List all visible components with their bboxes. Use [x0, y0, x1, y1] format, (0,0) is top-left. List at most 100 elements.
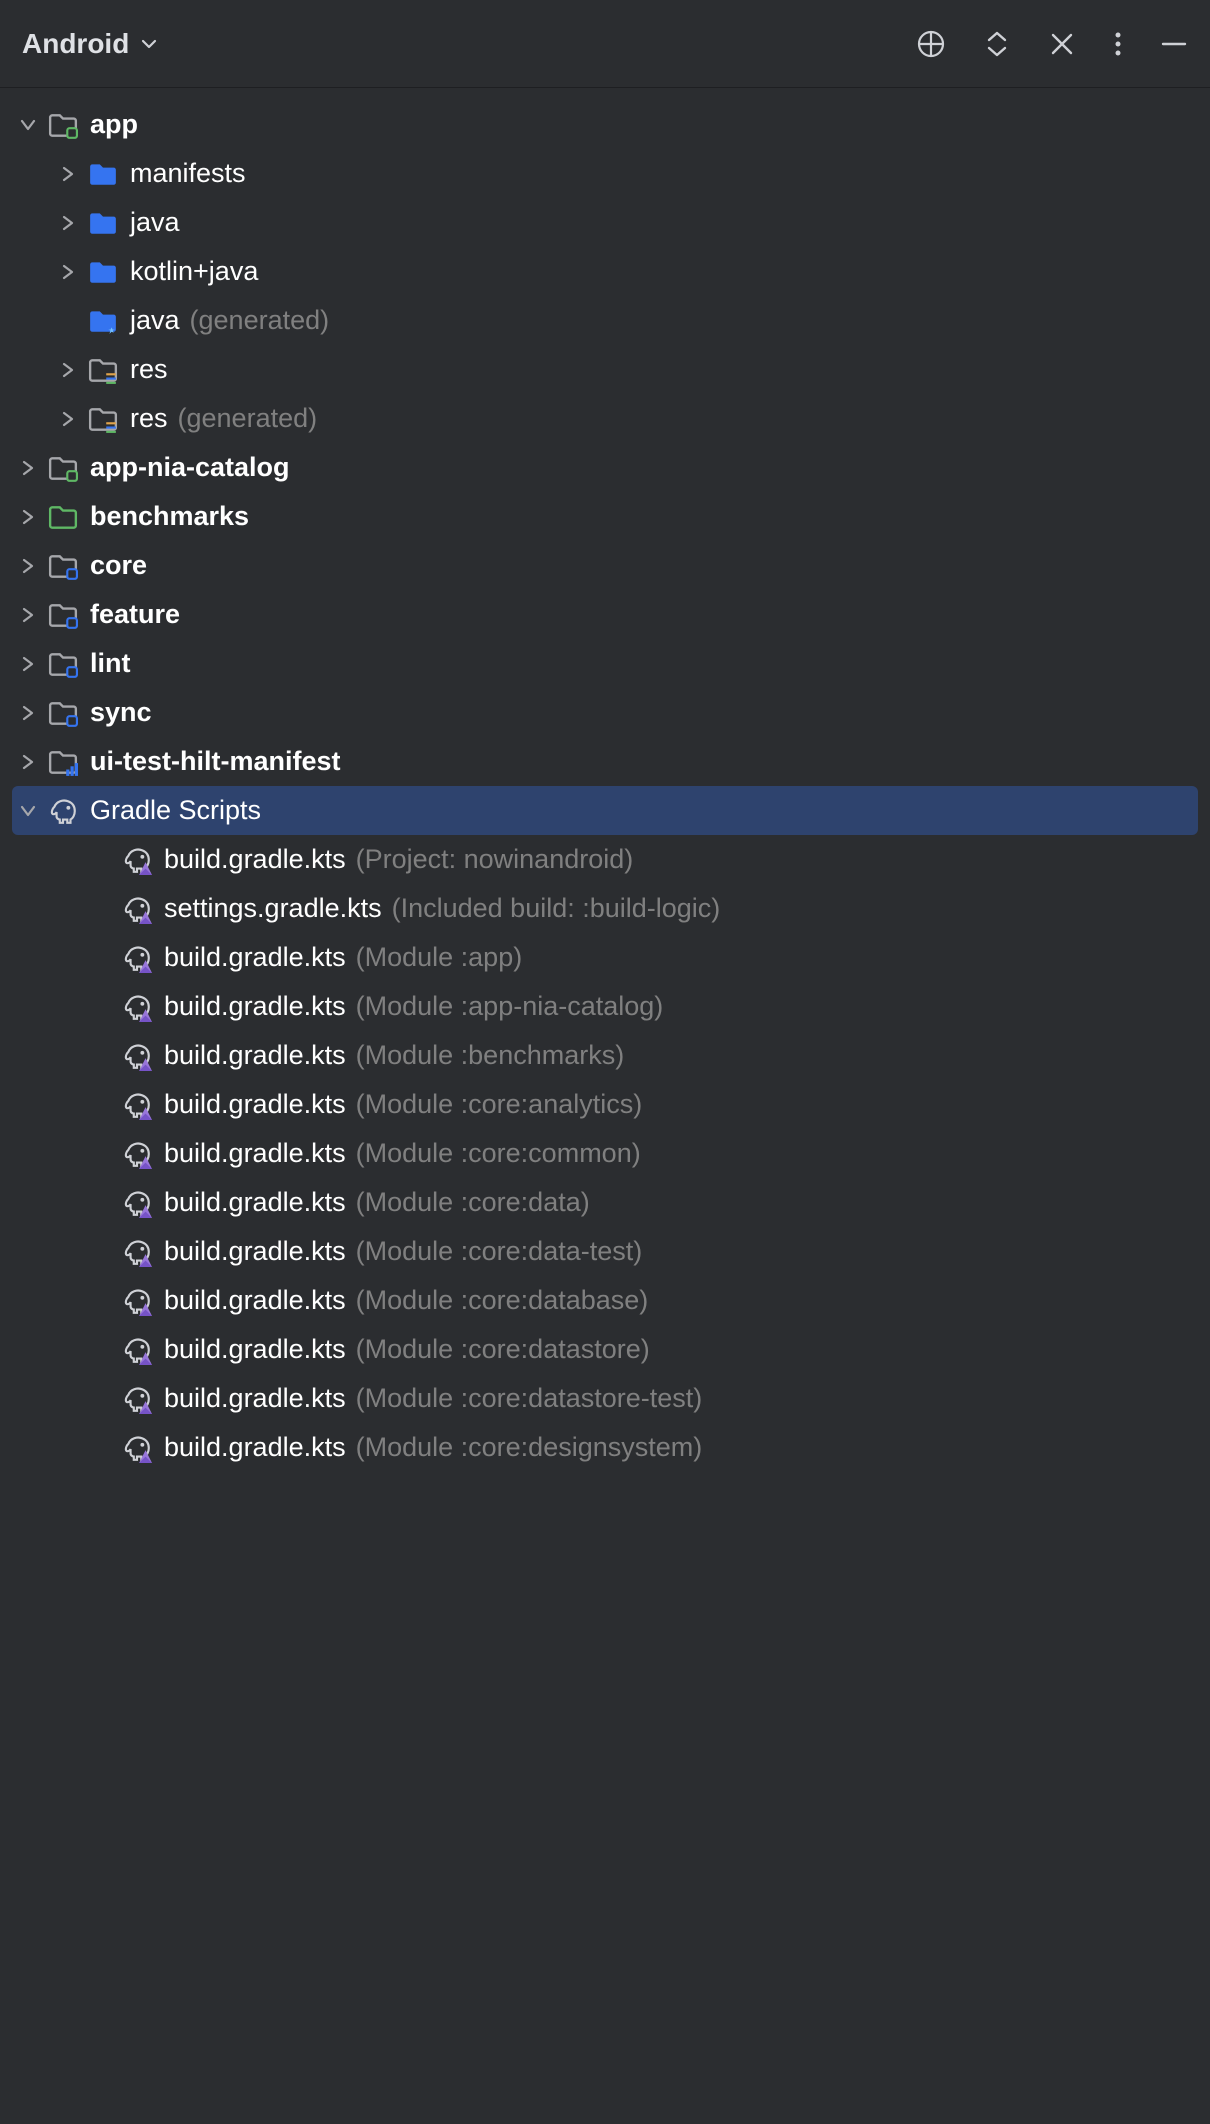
tree-node-suffix: (Module :benchmarks)	[356, 1040, 625, 1071]
tree-node-label: build.gradle.kts	[164, 1040, 346, 1071]
tree-node-suffix: (Module :app)	[356, 942, 523, 973]
tree-node[interactable]: Gradle Scripts	[12, 786, 1198, 835]
chevron-right-icon[interactable]	[58, 263, 78, 281]
more-options-icon[interactable]	[1114, 30, 1122, 58]
tree-node-label: build.gradle.kts	[164, 1089, 346, 1120]
chevron-right-icon[interactable]	[18, 459, 38, 477]
chevron-right-icon[interactable]	[18, 753, 38, 771]
gradle-elephant-icon	[48, 796, 78, 826]
tree-node[interactable]: build.gradle.kts (Module :app-nia-catalog…	[0, 982, 1210, 1031]
tree-node[interactable]: build.gradle.kts (Module :app)	[0, 933, 1210, 982]
module-group-icon	[48, 551, 78, 581]
tree-node-label: app-nia-catalog	[90, 452, 290, 483]
tree-node-label: build.gradle.kts	[164, 1334, 346, 1365]
tree-node[interactable]: app-nia-catalog	[0, 443, 1210, 492]
gradle-file-icon	[122, 1041, 152, 1071]
tree-node-suffix: (Module :core:common)	[356, 1138, 641, 1169]
tree-node-label: java	[130, 207, 180, 238]
tree-node[interactable]: feature	[0, 590, 1210, 639]
tree-node-label: manifests	[130, 158, 246, 189]
chevron-right-icon[interactable]	[18, 655, 38, 673]
chevron-right-icon[interactable]	[58, 361, 78, 379]
chevron-right-icon[interactable]	[18, 508, 38, 526]
tree-node-suffix: (Module :core:designsystem)	[356, 1432, 703, 1463]
chevron-down-icon[interactable]	[18, 802, 38, 820]
select-opened-file-icon[interactable]	[916, 29, 946, 59]
chevron-right-icon[interactable]	[18, 557, 38, 575]
tree-node-label: build.gradle.kts	[164, 1285, 346, 1316]
folder-blue-icon	[88, 159, 118, 189]
tree-node-suffix: (Module :app-nia-catalog)	[356, 991, 664, 1022]
tree-node-suffix: (Project: nowinandroid)	[356, 844, 634, 875]
tree-node-label: build.gradle.kts	[164, 942, 346, 973]
tree-node[interactable]: java(generated)	[0, 296, 1210, 345]
minimize-icon[interactable]	[1160, 30, 1188, 58]
tree-node[interactable]: manifests	[0, 149, 1210, 198]
tree-node[interactable]: kotlin+java	[0, 247, 1210, 296]
gradle-file-icon	[122, 992, 152, 1022]
tree-node-label: app	[90, 109, 138, 140]
folder-blue-icon	[88, 208, 118, 238]
tree-node[interactable]: app	[0, 100, 1210, 149]
tree-node[interactable]: build.gradle.kts (Module :core:data)	[0, 1178, 1210, 1227]
collapse-all-icon[interactable]	[1048, 30, 1076, 58]
tree-node-suffix: (Module :core:data-test)	[356, 1236, 643, 1267]
tree-node-suffix: (Module :core:database)	[356, 1285, 649, 1316]
tree-node-label: core	[90, 550, 147, 581]
tree-node[interactable]: res(generated)	[0, 394, 1210, 443]
tree-node-label: build.gradle.kts	[164, 1383, 346, 1414]
tree-node[interactable]: lint	[0, 639, 1210, 688]
view-selector[interactable]: Android	[22, 28, 159, 60]
module-group-icon	[48, 600, 78, 630]
panel-header: Android	[0, 0, 1210, 88]
chevron-right-icon[interactable]	[18, 704, 38, 722]
tree-node-label: build.gradle.kts	[164, 844, 346, 875]
chevron-down-icon	[139, 34, 159, 54]
tree-node-label: build.gradle.kts	[164, 991, 346, 1022]
tree-node[interactable]: sync	[0, 688, 1210, 737]
tree-node-suffix: (Module :core:datastore-test)	[356, 1383, 703, 1414]
tree-node-label: benchmarks	[90, 501, 249, 532]
tree-node[interactable]: build.gradle.kts (Module :benchmarks)	[0, 1031, 1210, 1080]
expand-collapse-icon[interactable]	[984, 29, 1010, 59]
tree-node-suffix: (generated)	[178, 403, 318, 434]
tree-node[interactable]: build.gradle.kts (Project: nowinandroid)	[0, 835, 1210, 884]
tree-node-label: build.gradle.kts	[164, 1432, 346, 1463]
tree-node[interactable]: build.gradle.kts(Module :core:analytics)	[0, 1080, 1210, 1129]
tree-node-suffix: (Module :core:datastore)	[356, 1334, 650, 1365]
tree-node-label: kotlin+java	[130, 256, 258, 287]
tree-node-label: Gradle Scripts	[90, 795, 261, 826]
gradle-file-icon	[122, 943, 152, 973]
module-folder-icon	[48, 110, 78, 140]
chevron-right-icon[interactable]	[58, 214, 78, 232]
tree-node-label: lint	[90, 648, 131, 679]
tree-node[interactable]: settings.gradle.kts(Included build: :bui…	[0, 884, 1210, 933]
view-title: Android	[22, 28, 129, 60]
module-folder-icon	[48, 453, 78, 483]
tree-node[interactable]: benchmarks	[0, 492, 1210, 541]
tree-node[interactable]: build.gradle.kts (Module :core:common)	[0, 1129, 1210, 1178]
tree-node-suffix: (Module :core:data)	[356, 1187, 590, 1218]
tree-node[interactable]: res	[0, 345, 1210, 394]
chevron-right-icon[interactable]	[58, 410, 78, 428]
chevron-down-icon[interactable]	[18, 116, 38, 134]
chevron-right-icon[interactable]	[18, 606, 38, 624]
tree-node[interactable]: core	[0, 541, 1210, 590]
tree-node[interactable]: build.gradle.kts (Module :core:database)	[0, 1276, 1210, 1325]
tree-node[interactable]: ui-test-hilt-manifest	[0, 737, 1210, 786]
folder-test-icon	[48, 502, 78, 532]
tree-node[interactable]: build.gradle.kts (Module :core:datastore)	[0, 1325, 1210, 1374]
tree-node[interactable]: java	[0, 198, 1210, 247]
tree-node[interactable]: build.gradle.kts (Module :core:designsyst…	[0, 1423, 1210, 1472]
gradle-file-icon	[122, 1433, 152, 1463]
tree-node-label: build.gradle.kts	[164, 1187, 346, 1218]
gradle-file-icon	[122, 894, 152, 924]
folder-res-icon	[88, 404, 118, 434]
tree-node[interactable]: build.gradle.kts (Module :core:datastore-…	[0, 1374, 1210, 1423]
tree-node-label: ui-test-hilt-manifest	[90, 746, 341, 777]
tree-node[interactable]: build.gradle.kts (Module :core:data-test)	[0, 1227, 1210, 1276]
tree-node-label: build.gradle.kts	[164, 1138, 346, 1169]
chevron-right-icon[interactable]	[58, 165, 78, 183]
folder-res-icon	[88, 355, 118, 385]
tree-node-label: build.gradle.kts	[164, 1236, 346, 1267]
